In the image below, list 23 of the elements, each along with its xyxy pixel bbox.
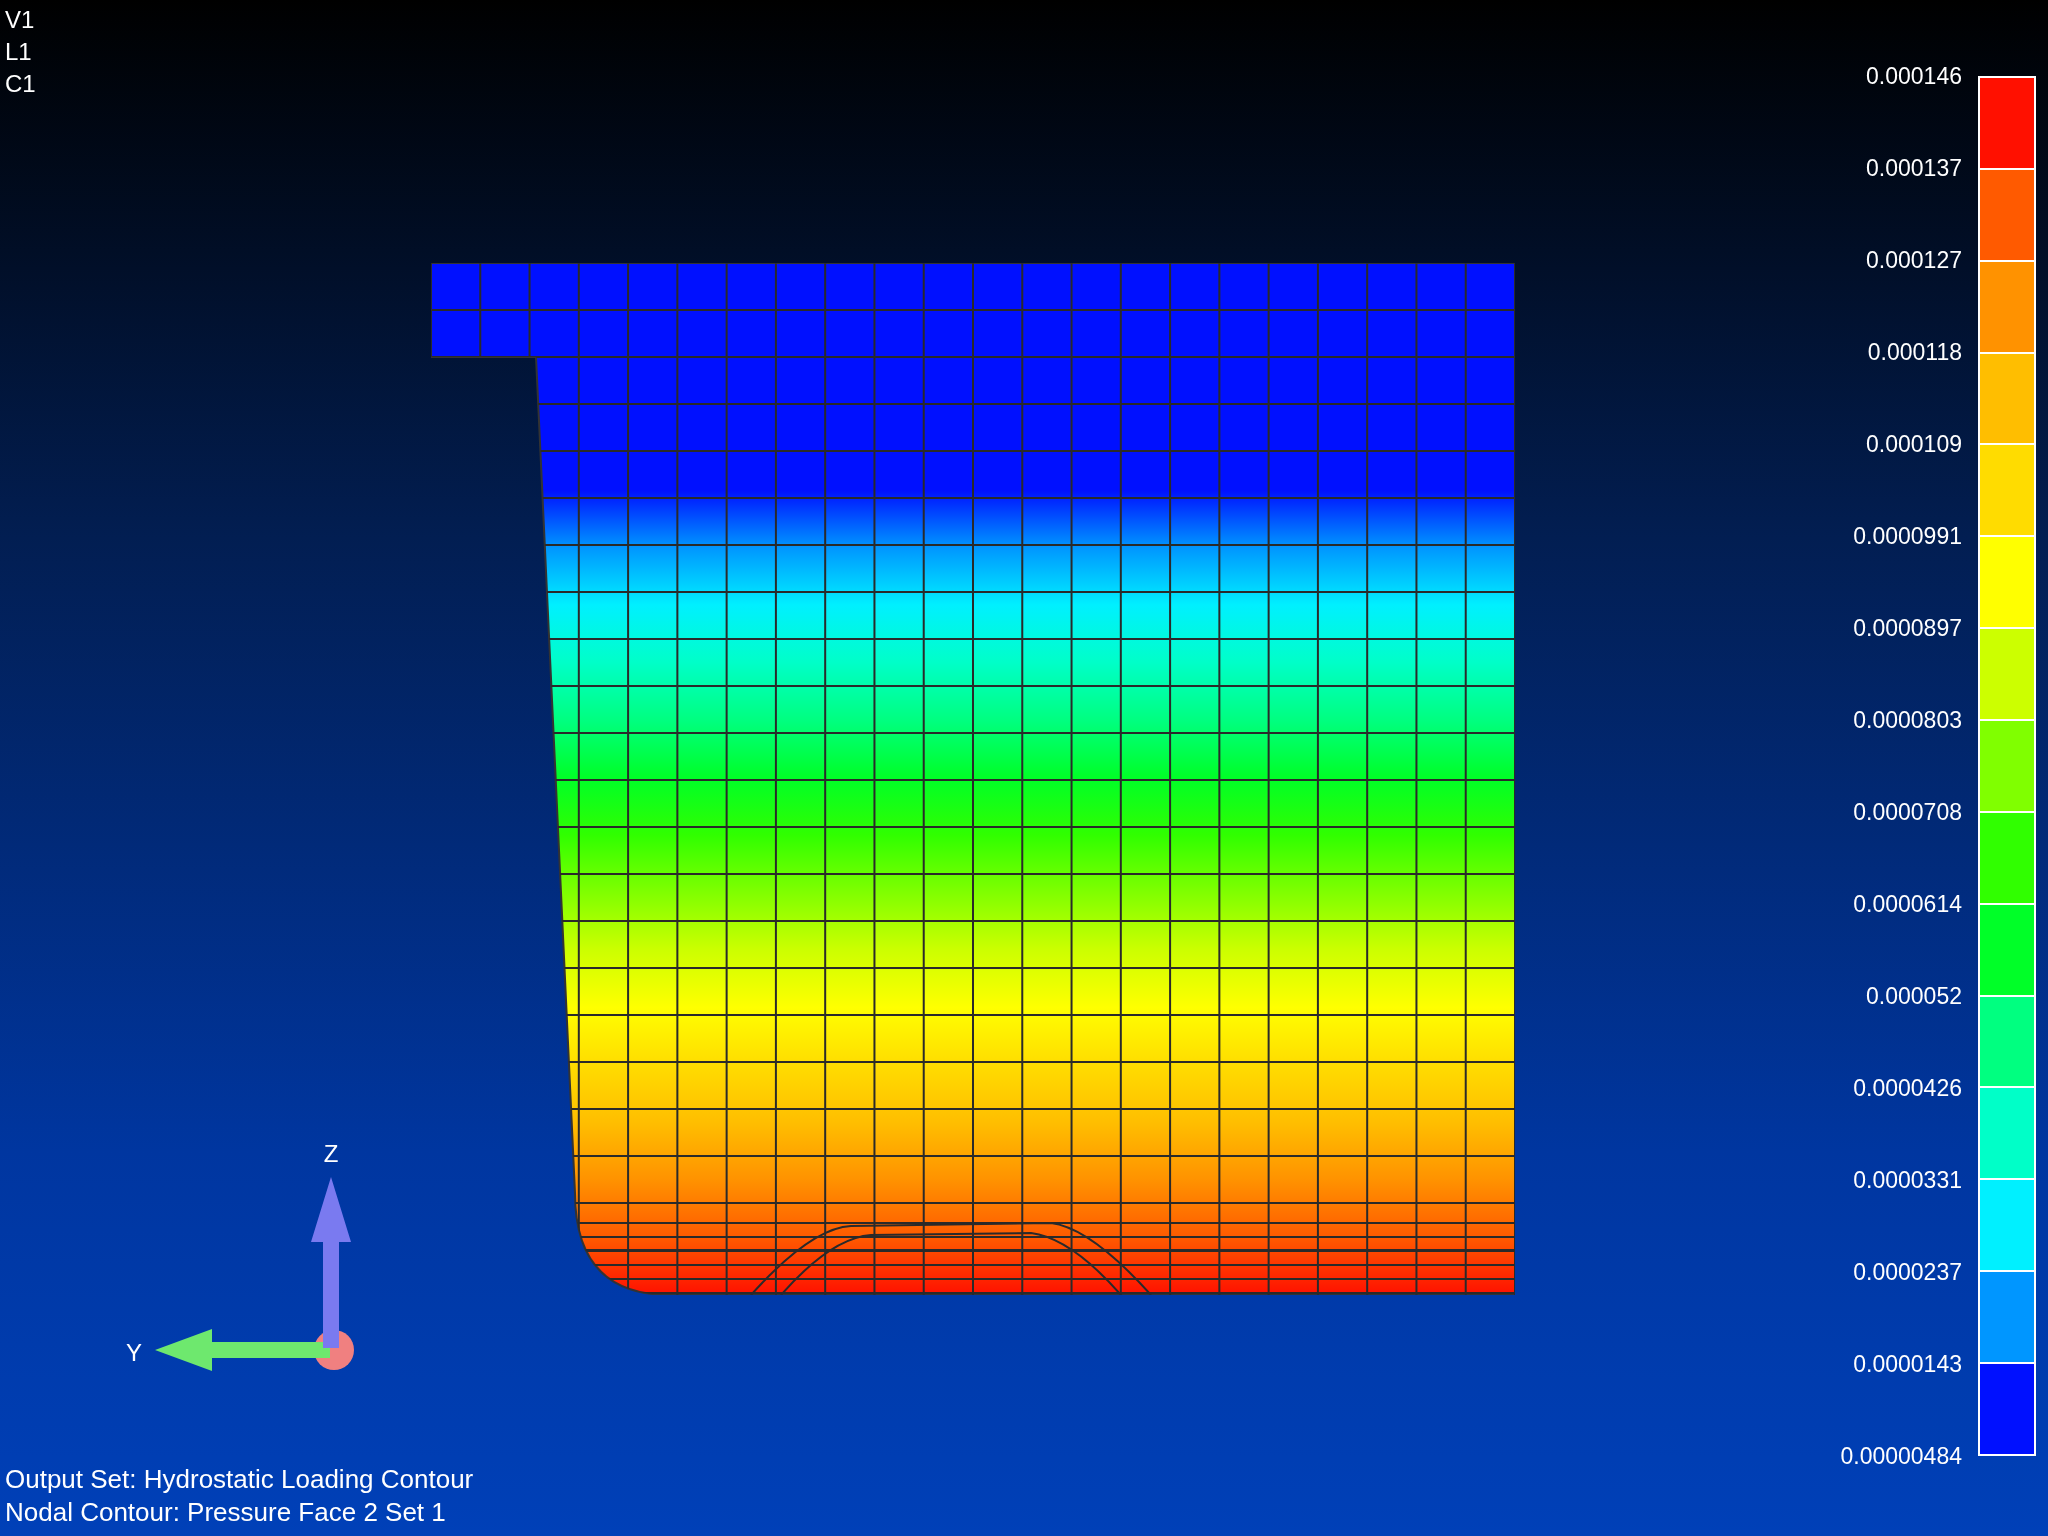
output-info-text: Output Set: Hydrostatic Loading Contour — [5, 1464, 474, 1495]
legend-value: 0.0000331 — [1853, 1166, 1962, 1195]
z-axis-label: Z — [323, 1140, 339, 1167]
legend-value: 0.000052 — [1866, 982, 1962, 1011]
view-label: V1 — [5, 6, 36, 34]
legend-value: 0.0000897 — [1853, 614, 1962, 643]
legend-value: 0.0000426 — [1853, 1074, 1962, 1103]
y-axis-label: Y — [126, 1339, 142, 1366]
legend-value: 0.0000803 — [1853, 706, 1962, 735]
output-info-text: Nodal Contour: Pressure Face 2 Set 1 — [5, 1497, 447, 1528]
legend-value: 0.000109 — [1866, 430, 1962, 459]
legend-value: 0.0000991 — [1853, 522, 1962, 551]
legend-value: 0.000137 — [1866, 154, 1962, 183]
legend-value: 0.000118 — [1867, 338, 1962, 367]
view-label: L1 — [5, 38, 33, 66]
legend-value: 0.000127 — [1866, 246, 1962, 275]
legend-value: 0.000146 — [1866, 62, 1962, 91]
legend-value: 0.0000614 — [1853, 890, 1962, 919]
legend-value: 0.0000708 — [1853, 798, 1962, 827]
legend-value: 0.00000484 — [1840, 1442, 1962, 1471]
legend-value: 0.0000237 — [1853, 1258, 1962, 1287]
legend-value: 0.0000143 — [1853, 1350, 1962, 1379]
view-label: C1 — [5, 70, 36, 98]
